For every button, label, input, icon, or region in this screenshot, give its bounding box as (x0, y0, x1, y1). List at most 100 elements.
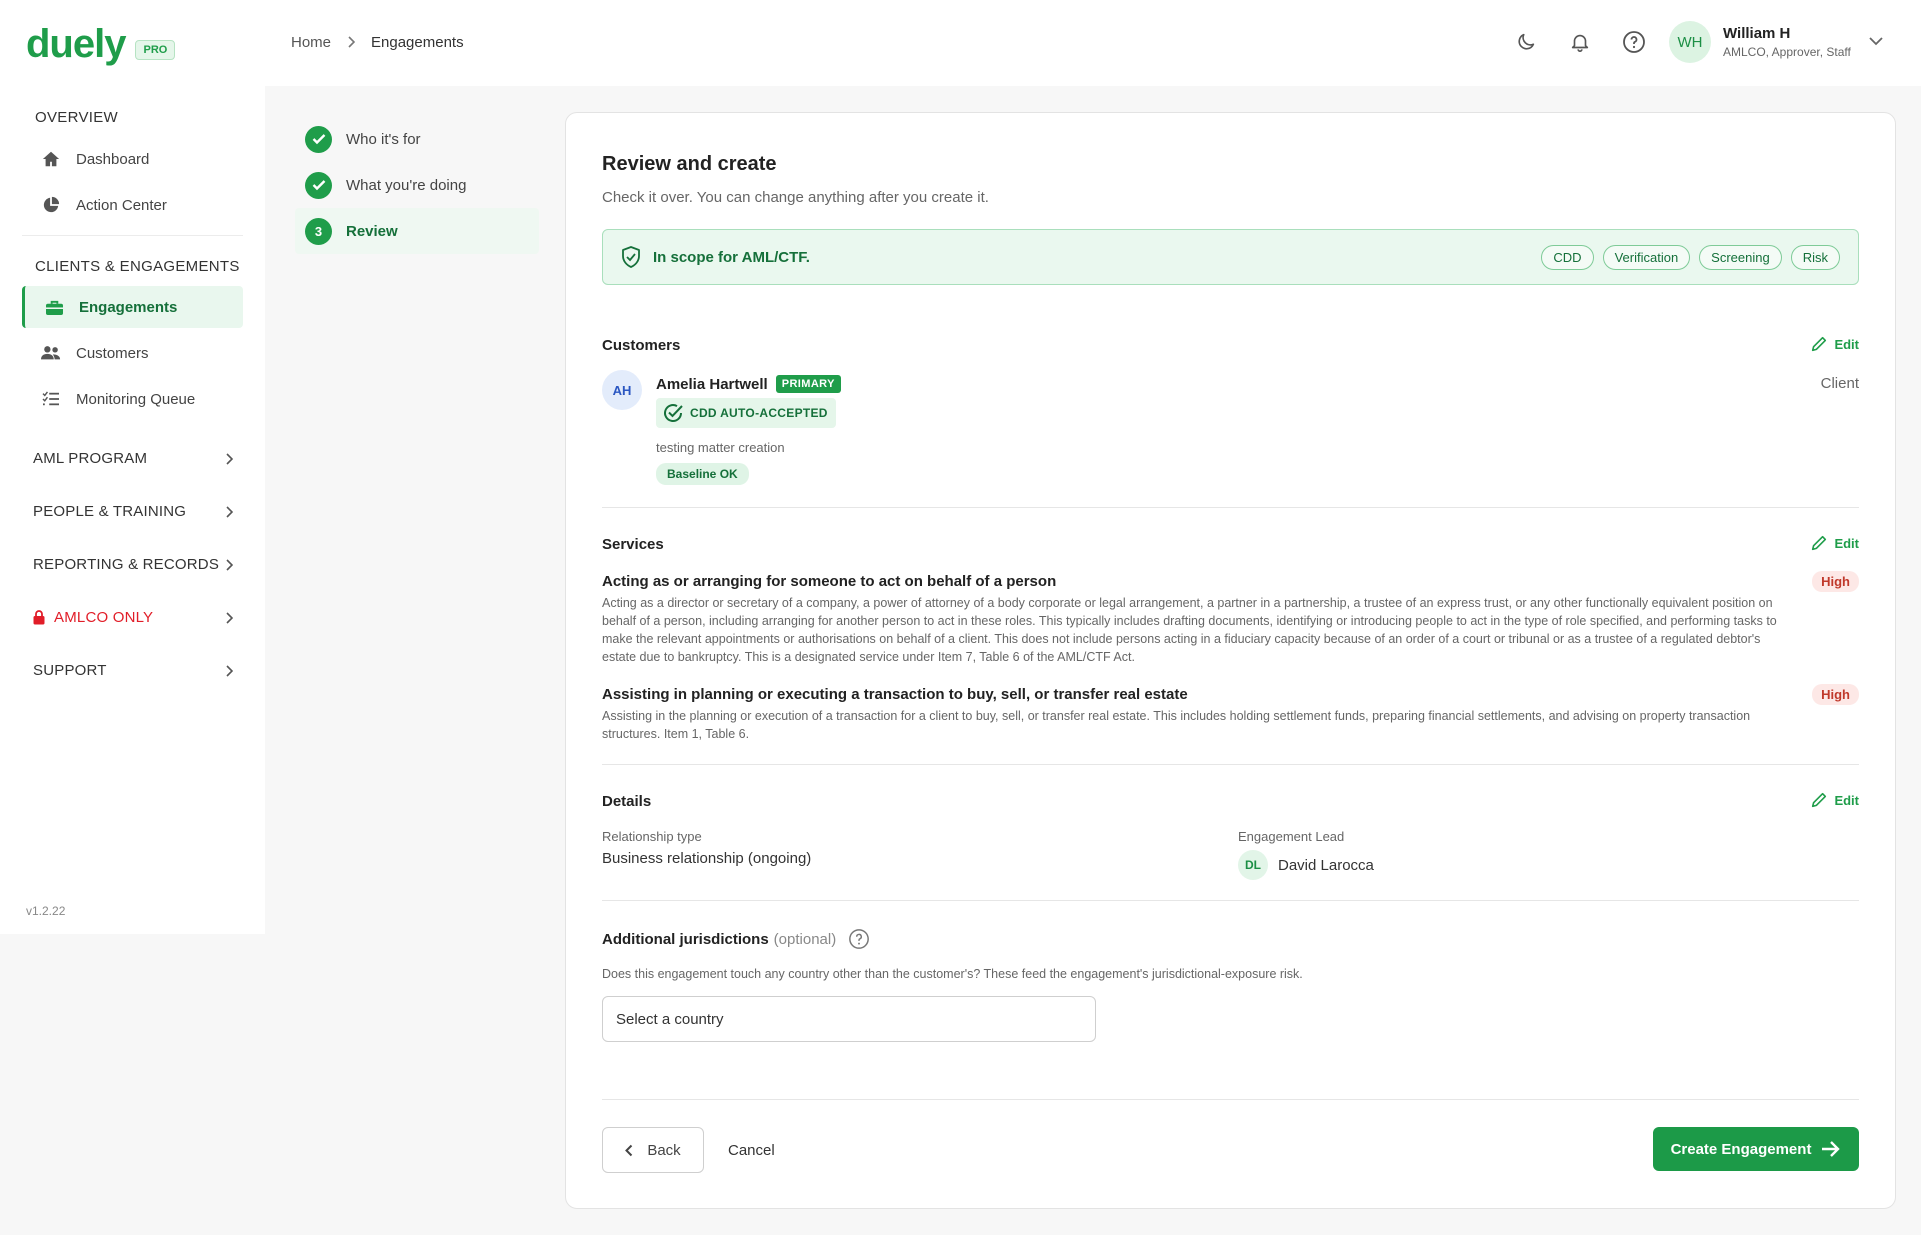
top-icons (1510, 26, 1672, 58)
app-version: v1.2.22 (26, 904, 66, 918)
logo[interactable]: duely PRO (26, 22, 176, 67)
stepper: Who it's for What you're doing 3 Review (295, 116, 539, 254)
cdd-status-text: CDD AUTO-ACCEPTED (690, 406, 828, 420)
chevron-right-icon (226, 664, 233, 677)
service-title: Acting as or arranging for someone to ac… (602, 573, 1057, 590)
sidebar-group-aml-program[interactable]: AML PROGRAM (33, 450, 233, 467)
bell-icon[interactable] (1564, 26, 1596, 58)
services-heading: Services (602, 536, 664, 553)
step-review[interactable]: 3 Review (295, 208, 539, 254)
risk-badge: High (1812, 571, 1859, 592)
baseline-badge: Baseline OK (656, 463, 749, 485)
pencil-icon (1812, 535, 1827, 551)
sidebar-item-customers[interactable]: Customers (22, 332, 243, 374)
chevron-right-icon (226, 611, 233, 624)
help-icon[interactable] (848, 928, 870, 950)
edit-label: Edit (1834, 792, 1859, 808)
step-label: Who it's for (346, 130, 421, 148)
avatar: WH (1669, 21, 1711, 63)
step-label: What you're doing (346, 176, 467, 194)
chevron-right-icon (226, 505, 233, 518)
chip-screening: Screening (1699, 244, 1782, 270)
sidebar-item-label: Dashboard (76, 150, 150, 168)
overview-heading: OVERVIEW (35, 109, 118, 126)
user-info: William H AMLCO, Approver, Staff (1723, 25, 1851, 59)
service-item: Assisting in planning or executing a tra… (602, 686, 1792, 743)
home-icon (40, 150, 62, 168)
chevron-right-icon (347, 35, 356, 51)
engagement-lead-label: Engagement Lead (1238, 829, 1345, 844)
sidebar-item-label: Customers (76, 344, 149, 362)
avatar: DL (1238, 850, 1268, 880)
help-icon[interactable] (1618, 26, 1650, 58)
review-card: Review and create Check it over. You can… (565, 112, 1896, 1209)
country-select-input[interactable] (602, 996, 1096, 1042)
edit-label: Edit (1834, 535, 1859, 551)
user-roles: AMLCO, Approver, Staff (1723, 45, 1851, 59)
users-icon (40, 345, 62, 361)
divider (602, 900, 1859, 901)
cdd-status-badge: CDD AUTO-ACCEPTED (656, 398, 836, 428)
breadcrumb: Home Engagements (291, 34, 464, 51)
jurisdictions-title: Additional jurisdictions (602, 930, 769, 948)
edit-details-button[interactable]: Edit (1810, 791, 1859, 809)
user-menu[interactable]: WH William H AMLCO, Approver, Staff (1669, 21, 1883, 63)
optional-label: (optional) (773, 930, 837, 948)
cancel-button[interactable]: Cancel (728, 1127, 775, 1173)
chevron-right-icon (226, 558, 233, 571)
engagement-lead-name: David Larocca (1278, 856, 1374, 874)
sidebar-item-label: Engagements (79, 298, 178, 316)
step-what[interactable]: What you're doing (295, 162, 539, 208)
back-label: Back (647, 1141, 681, 1159)
divider (602, 507, 1859, 508)
moon-icon[interactable] (1510, 26, 1542, 58)
back-button[interactable]: Back (602, 1127, 704, 1173)
check-circle-icon (305, 171, 332, 199)
pencil-icon (1812, 792, 1827, 808)
jurisdictions-heading: Additional jurisdictions (optional) (602, 928, 870, 950)
sidebar-group-amlco-only[interactable]: AMLCO ONLY (33, 609, 233, 626)
scope-banner: In scope for AML/CTF. CDD Verification S… (602, 229, 1859, 285)
create-engagement-button[interactable]: Create Engagement (1653, 1127, 1859, 1171)
chip-cdd: CDD (1541, 244, 1594, 270)
sidebar-item-engagements[interactable]: Engagements (22, 286, 243, 328)
service-item: Acting as or arranging for someone to ac… (602, 573, 1792, 666)
risk-badge: High (1812, 684, 1859, 705)
breadcrumb-home[interactable]: Home (291, 34, 331, 51)
breadcrumb-current: Engagements (371, 34, 464, 51)
sidebar-group-title: AMLCO ONLY (33, 609, 153, 626)
checklist-icon (40, 391, 62, 407)
divider (602, 764, 1859, 765)
service-description: Assisting in the planning or execution o… (602, 709, 1751, 741)
sidebar-group-people-training[interactable]: PEOPLE & TRAINING (33, 503, 233, 520)
service-title: Assisting in planning or executing a tra… (602, 686, 1188, 703)
chip-verification: Verification (1602, 244, 1691, 270)
divider (602, 1099, 1859, 1100)
edit-services-button[interactable]: Edit (1810, 534, 1859, 552)
primary-badge: PRIMARY (775, 375, 841, 393)
sidebar-item-label: Monitoring Queue (76, 390, 196, 408)
edit-customers-button[interactable]: Edit (1810, 335, 1859, 353)
chevron-down-icon[interactable] (1869, 33, 1883, 51)
scope-chips: CDD Verification Screening Risk (1532, 244, 1840, 270)
brand-name: duely (26, 22, 126, 66)
clients-heading: CLIENTS & ENGAGEMENTS (35, 258, 240, 275)
chevron-right-icon (226, 452, 233, 465)
customer-note: testing matter creation (656, 440, 785, 455)
relationship-type-value: Business relationship (ongoing) (602, 850, 812, 867)
sidebar-group-reporting-records[interactable]: REPORTING & RECORDS (33, 556, 233, 573)
sidebar-item-dashboard[interactable]: Dashboard (22, 138, 243, 180)
sidebar-item-action-center[interactable]: Action Center (22, 184, 243, 226)
sidebar-group-support[interactable]: SUPPORT (33, 662, 233, 679)
shield-check-icon (622, 246, 640, 268)
step-who[interactable]: Who it's for (295, 116, 539, 162)
sidebar-group-label: SUPPORT (33, 662, 107, 679)
avatar: AH (602, 370, 642, 410)
lock-icon (33, 610, 45, 625)
check-circle-icon (664, 404, 683, 422)
sidebar-item-monitoring-queue[interactable]: Monitoring Queue (22, 378, 243, 420)
cancel-label: Cancel (728, 1141, 775, 1159)
chevron-left-icon (625, 1144, 633, 1156)
pencil-icon (1812, 336, 1827, 352)
customer-name[interactable]: Amelia Hartwell (656, 376, 768, 393)
